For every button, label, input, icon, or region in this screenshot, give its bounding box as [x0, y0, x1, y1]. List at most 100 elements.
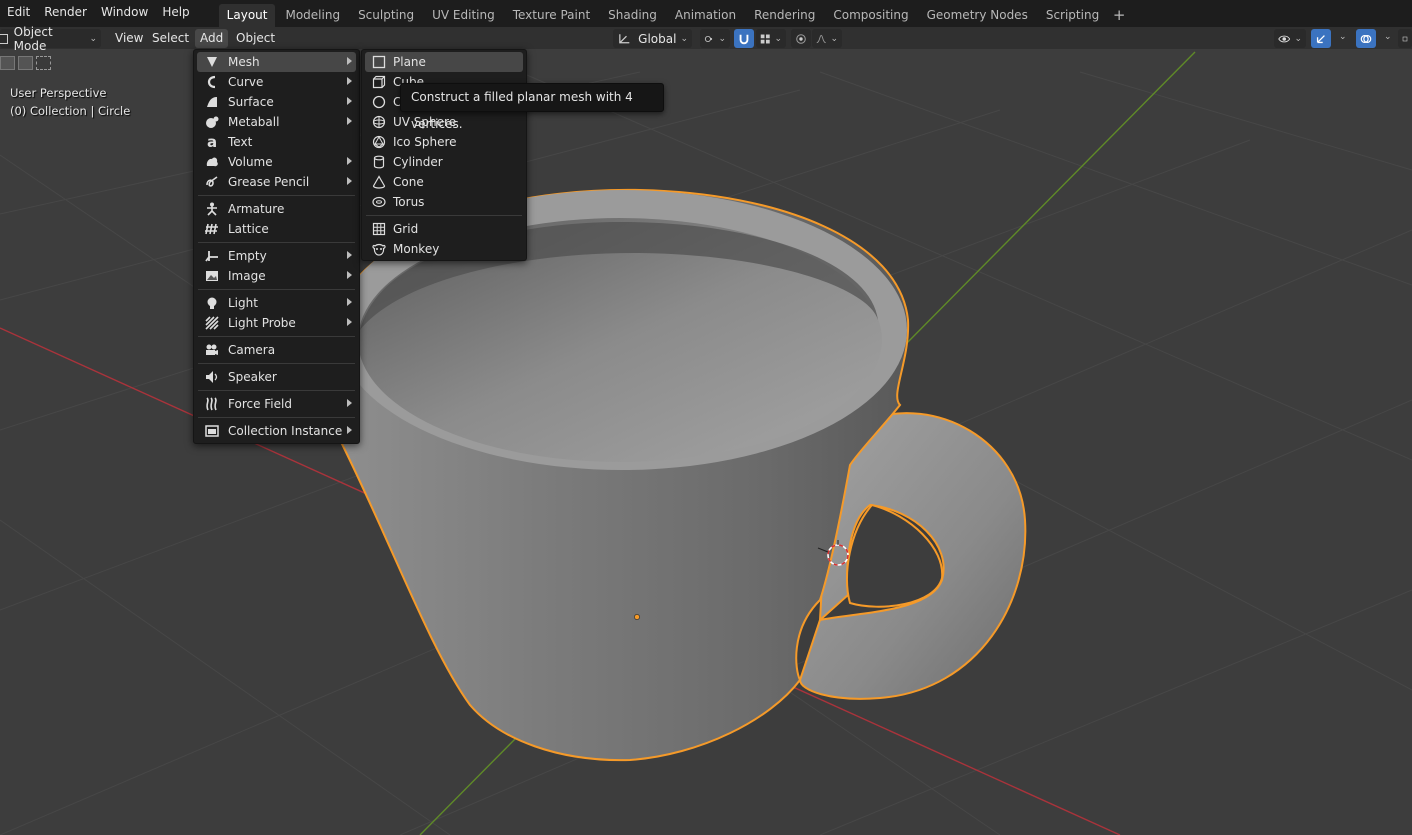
gizmo-toggle[interactable] — [1311, 29, 1331, 48]
tab-texture-paint[interactable]: Texture Paint — [505, 4, 598, 27]
cone-icon — [371, 174, 387, 190]
menu-separator — [198, 363, 355, 364]
tab-layout[interactable]: Layout — [218, 4, 276, 27]
collection-instance-icon — [204, 423, 220, 439]
chevron-down-icon[interactable]: ⌄ — [1384, 32, 1392, 42]
submenu-arrow-icon — [347, 77, 352, 85]
add-curve-item[interactable]: Curve — [197, 72, 356, 92]
snap-toggle[interactable] — [734, 29, 754, 48]
overlay-toggle[interactable] — [1356, 29, 1376, 48]
add-cone-item[interactable]: Cone — [365, 172, 523, 192]
tab-rendering[interactable]: Rendering — [746, 4, 823, 27]
add-grease-pencil-item[interactable]: Grease Pencil — [197, 172, 356, 192]
add-armature-item[interactable]: Armature — [197, 199, 356, 219]
magnet-icon — [739, 34, 749, 44]
tab-scripting[interactable]: Scripting — [1038, 4, 1107, 27]
view-menu[interactable]: View — [110, 29, 148, 48]
tab-compositing[interactable]: Compositing — [825, 4, 916, 27]
add-volume-item[interactable]: Volume — [197, 152, 356, 172]
tab-shading[interactable]: Shading — [600, 4, 665, 27]
add-lattice-item[interactable]: Lattice — [197, 219, 356, 239]
volume-icon — [204, 154, 220, 170]
top-menubar: Edit Render Window Help Layout Modeling … — [0, 0, 1412, 27]
add-light-item[interactable]: Light — [197, 293, 356, 313]
text-icon: a — [206, 133, 218, 151]
add-image-item[interactable]: Image — [197, 266, 356, 286]
menu-window[interactable]: Window — [94, 0, 155, 27]
proportional-edit-toggle[interactable] — [791, 29, 811, 48]
add-surface-item[interactable]: Surface — [197, 92, 356, 112]
pivot-selector[interactable]: ⌄ — [700, 29, 730, 48]
eye-icon — [1278, 35, 1291, 42]
add-monkey-item[interactable]: Monkey — [365, 239, 523, 259]
menu-item-label: Text — [228, 135, 253, 149]
menu-item-label: Speaker — [228, 370, 277, 384]
submenu-arrow-icon — [347, 177, 352, 185]
workspace-tabs: Layout Modeling Sculpting UV Editing Tex… — [218, 0, 1130, 27]
lattice-icon — [204, 221, 220, 237]
mesh-submenu: Plane Cube Circle UV Sphere Ico Sphere C… — [361, 49, 527, 261]
menu-separator — [198, 289, 355, 290]
tab-geometry-nodes[interactable]: Geometry Nodes — [919, 4, 1036, 27]
add-speaker-item[interactable]: Speaker — [197, 367, 356, 387]
menu-item-label: Cone — [393, 175, 424, 189]
tab-uv-editing[interactable]: UV Editing — [424, 4, 503, 27]
add-force-field-item[interactable]: Force Field — [197, 394, 356, 414]
add-light-probe-item[interactable]: Light Probe — [197, 313, 356, 333]
add-metaball-item[interactable]: Metaball — [197, 112, 356, 132]
add-workspace-button[interactable]: + — [1109, 4, 1129, 27]
cylinder-icon — [371, 154, 387, 170]
menu-item-label: Cylinder — [393, 155, 443, 169]
add-torus-item[interactable]: Torus — [365, 192, 523, 212]
tab-sculpting[interactable]: Sculpting — [350, 4, 422, 27]
object-mode-icon — [0, 33, 8, 44]
visibility-selector[interactable]: ⌄ — [1274, 29, 1306, 48]
chevron-down-icon: ⌄ — [718, 33, 726, 44]
object-menu[interactable]: Object — [231, 29, 280, 48]
add-cylinder-item[interactable]: Cylinder — [365, 152, 523, 172]
xray-toggle[interactable] — [1398, 29, 1412, 48]
mode-selector[interactable]: Object Mode ⌄ — [0, 25, 101, 53]
menu-separator — [198, 390, 355, 391]
image-icon — [204, 268, 220, 284]
add-text-item[interactable]: a Text — [197, 132, 356, 152]
menu-item-label: Empty — [228, 249, 267, 263]
add-menu-button[interactable]: Add — [195, 29, 229, 48]
add-grid-item[interactable]: Grid — [365, 219, 523, 239]
add-camera-item[interactable]: Camera — [197, 340, 356, 360]
menu-render[interactable]: Render — [37, 0, 94, 27]
menu-item-label: Surface — [228, 95, 274, 109]
submenu-arrow-icon — [347, 271, 352, 279]
menu-item-label: Image — [228, 269, 266, 283]
select-extend-tool-icon[interactable] — [18, 56, 33, 70]
add-mesh-item[interactable]: Mesh — [197, 52, 356, 72]
menu-item-label: Force Field — [228, 397, 292, 411]
submenu-arrow-icon — [347, 251, 352, 259]
gizmo-icon — [1316, 34, 1325, 43]
select-box-tool-icon[interactable] — [0, 56, 15, 70]
curve-icon — [204, 74, 220, 90]
empty-icon — [204, 248, 220, 264]
orientation-selector[interactable]: Global ⌄ — [613, 29, 692, 48]
add-plane-item[interactable]: Plane — [365, 52, 523, 72]
select-menu[interactable]: Select — [147, 29, 194, 48]
falloff-selector[interactable]: ⌄ — [812, 29, 842, 48]
tab-modeling[interactable]: Modeling — [277, 4, 348, 27]
add-empty-item[interactable]: Empty — [197, 246, 356, 266]
light-probe-icon — [204, 315, 220, 331]
add-collection-instance-item[interactable]: Collection Instance — [197, 421, 356, 441]
tab-animation[interactable]: Animation — [667, 4, 744, 27]
chevron-down-icon[interactable]: ⌄ — [1339, 32, 1347, 42]
menu-edit[interactable]: Edit — [0, 0, 37, 27]
snap-target-selector[interactable]: ⌄ — [756, 29, 786, 48]
menu-help[interactable]: Help — [155, 0, 196, 27]
menu-separator — [198, 336, 355, 337]
uv-sphere-icon — [371, 114, 387, 130]
torus-icon — [371, 194, 387, 210]
menu-separator — [198, 242, 355, 243]
select-subtract-tool-icon[interactable] — [36, 56, 51, 70]
menu-item-label: Camera — [228, 343, 276, 357]
viewport-header: Object Mode ⌄ View Select Add Object Glo… — [0, 25, 1412, 53]
cube-icon — [371, 74, 387, 90]
plane-tooltip: Construct a filled planar mesh with 4 ve… — [400, 83, 664, 131]
